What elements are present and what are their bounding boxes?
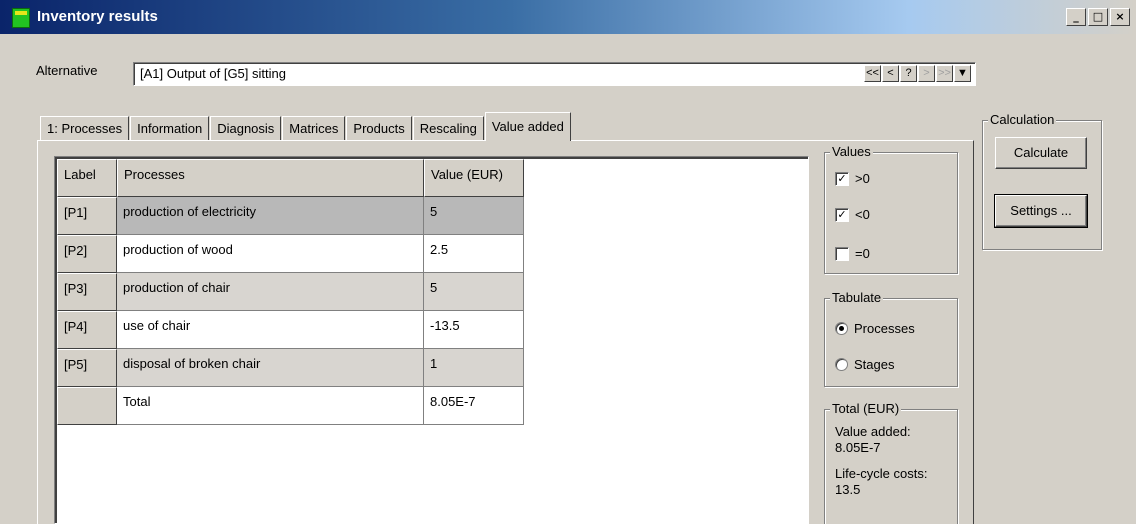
results-table: Label Processes Value (EUR) [P1] product… xyxy=(54,156,809,524)
row-label: [P3] xyxy=(57,273,117,311)
help-button[interactable]: ? xyxy=(900,65,917,82)
checkbox-positive[interactable]: ✓ xyxy=(835,171,849,186)
last-button[interactable]: >> xyxy=(936,65,953,82)
radio-processes[interactable] xyxy=(835,322,848,335)
row-label xyxy=(57,387,117,425)
results-grid: Label Processes Value (EUR) [P1] product… xyxy=(57,159,524,425)
table-row[interactable]: [P4] use of chair -13.5 xyxy=(57,311,524,349)
table-total-row[interactable]: Total 8.05E-7 xyxy=(57,387,524,425)
app-icon xyxy=(12,8,30,28)
alternative-label: Alternative xyxy=(36,63,98,78)
table-header-row: Label Processes Value (EUR) xyxy=(57,159,524,197)
checkbox-negative-label: <0 xyxy=(855,207,870,222)
radio-processes-label: Processes xyxy=(854,321,915,336)
row-value: 1 xyxy=(424,349,524,387)
row-value: 2.5 xyxy=(424,235,524,273)
row-process: disposal of broken chair xyxy=(117,349,424,387)
row-value: -13.5 xyxy=(424,311,524,349)
header-value[interactable]: Value (EUR) xyxy=(424,159,524,197)
tab-information[interactable]: Information xyxy=(130,116,210,141)
tab-strip: 1: Processes Information Diagnosis Matri… xyxy=(40,112,572,141)
lcc-amount: 13.5 xyxy=(835,482,861,497)
row-label: [P1] xyxy=(57,197,117,235)
first-button[interactable]: << xyxy=(864,65,881,82)
maximize-button[interactable]: □ xyxy=(1088,8,1108,26)
tab-processes[interactable]: 1: Processes xyxy=(40,116,130,141)
row-process: use of chair xyxy=(117,311,424,349)
row-label: [P4] xyxy=(57,311,117,349)
total-value: 8.05E-7 xyxy=(424,387,524,425)
window-title: Inventory results xyxy=(37,8,158,25)
settings-button[interactable]: Settings ... xyxy=(994,194,1088,228)
calculation-group: Calculation Calculate Settings ... xyxy=(982,112,1102,250)
lcc-label: Life-cycle costs: xyxy=(835,466,928,481)
table-row[interactable]: [P2] production of wood 2.5 xyxy=(57,235,524,273)
row-label: [P5] xyxy=(57,349,117,387)
tab-value-added[interactable]: Value added xyxy=(484,112,571,141)
tab-diagnosis[interactable]: Diagnosis xyxy=(210,116,282,141)
title-bar: Inventory results _ □ × xyxy=(0,0,1136,34)
tab-rescaling[interactable]: Rescaling xyxy=(412,116,484,141)
table-row[interactable]: [P3] production of chair 5 xyxy=(57,273,524,311)
calculate-button[interactable]: Calculate xyxy=(995,137,1087,169)
row-process: production of electricity xyxy=(117,197,424,235)
radio-stages-label: Stages xyxy=(854,357,895,372)
value-zero-option[interactable]: =0 xyxy=(835,246,870,261)
value-positive-option[interactable]: ✓ >0 xyxy=(835,171,870,186)
row-process: production of wood xyxy=(117,235,424,273)
checkbox-zero[interactable] xyxy=(835,246,849,261)
header-label[interactable]: Label xyxy=(57,159,117,197)
radio-stages[interactable] xyxy=(835,358,848,371)
header-processes[interactable]: Processes xyxy=(117,159,424,197)
next-button[interactable]: > xyxy=(918,65,935,82)
values-group: Values ✓ >0 ✓ <0 =0 xyxy=(824,144,958,274)
checkbox-zero-label: =0 xyxy=(855,246,870,261)
table-row[interactable]: [P1] production of electricity 5 xyxy=(57,197,524,235)
row-value: 5 xyxy=(424,273,524,311)
dropdown-arrow-icon[interactable]: ▼ xyxy=(954,65,971,82)
tabulate-group-title: Tabulate xyxy=(830,290,884,305)
close-button[interactable]: × xyxy=(1110,8,1130,26)
value-negative-option[interactable]: ✓ <0 xyxy=(835,207,870,222)
alternative-value: [A1] Output of [G5] sitting xyxy=(140,66,286,81)
tab-matrices[interactable]: Matrices xyxy=(282,116,346,141)
calculation-group-title: Calculation xyxy=(988,112,1057,127)
values-group-title: Values xyxy=(830,144,873,159)
window-controls: _ □ × xyxy=(1066,8,1130,26)
minimize-button[interactable]: _ xyxy=(1066,8,1086,26)
total-group-title: Total (EUR) xyxy=(830,401,902,416)
row-value: 5 xyxy=(424,197,524,235)
table-row[interactable]: [P5] disposal of broken chair 1 xyxy=(57,349,524,387)
alternative-nav: << < ? > >> ▼ xyxy=(864,65,971,82)
total-label: Total xyxy=(117,387,424,425)
checkbox-positive-label: >0 xyxy=(855,171,870,186)
alternative-field[interactable]: [A1] Output of [G5] sitting << < ? > >> … xyxy=(133,62,976,86)
total-group: Total (EUR) Value added: 8.05E-7 Life-cy… xyxy=(824,401,958,524)
value-added-amount: 8.05E-7 xyxy=(835,440,881,455)
tabulate-group: Tabulate Processes Stages xyxy=(824,290,958,387)
value-added-label: Value added: xyxy=(835,424,911,439)
row-label: [P2] xyxy=(57,235,117,273)
tabulate-processes-option[interactable]: Processes xyxy=(835,321,915,336)
row-process: production of chair xyxy=(117,273,424,311)
tab-products[interactable]: Products xyxy=(346,116,412,141)
checkbox-negative[interactable]: ✓ xyxy=(835,207,849,222)
tabulate-stages-option[interactable]: Stages xyxy=(835,357,894,372)
previous-button[interactable]: < xyxy=(882,65,899,82)
